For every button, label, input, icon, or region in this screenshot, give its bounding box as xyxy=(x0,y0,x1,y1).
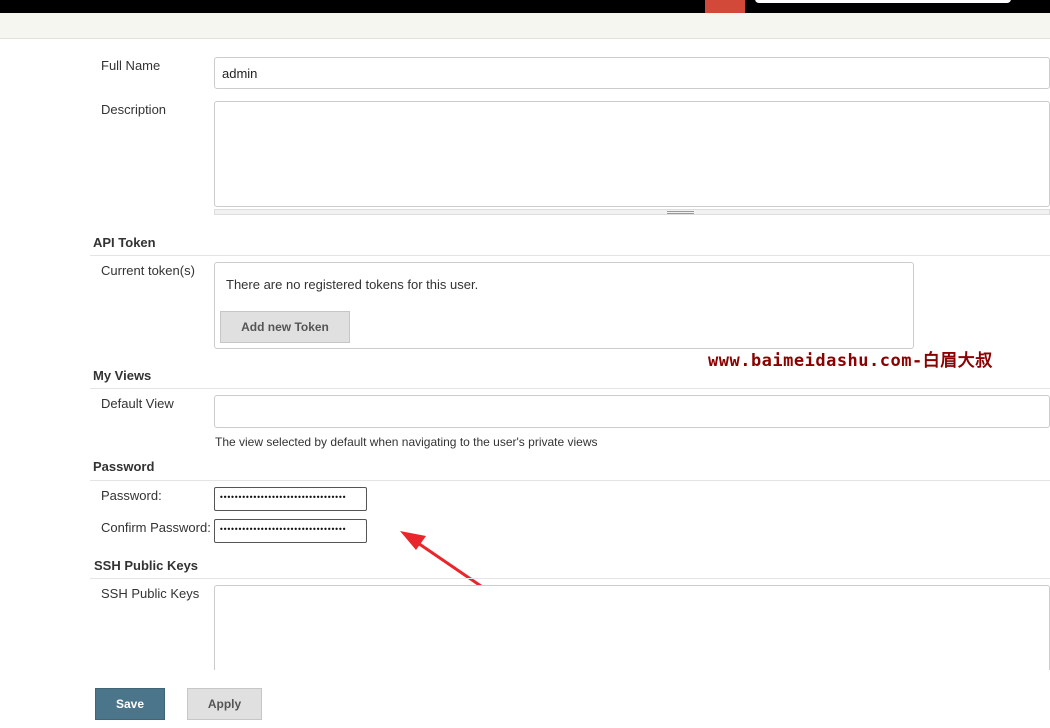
resize-grip-icon xyxy=(667,211,694,212)
add-new-token-button[interactable]: Add new Token xyxy=(220,311,350,343)
no-tokens-message: There are no registered tokens for this … xyxy=(226,277,479,292)
section-divider xyxy=(90,255,1050,256)
header-search-box[interactable] xyxy=(755,0,1011,3)
save-button[interactable]: Save xyxy=(95,688,165,720)
token-panel: There are no registered tokens for this … xyxy=(214,262,914,349)
description-textarea[interactable] xyxy=(214,101,1050,207)
confirm-password-input[interactable]: •••••••••••••••••••••••••••••••••• xyxy=(214,519,367,543)
description-label: Description xyxy=(101,102,167,117)
full-name-input[interactable]: admin xyxy=(214,57,1050,89)
section-divider xyxy=(90,578,1050,579)
resize-grip-line xyxy=(667,213,694,214)
password-section-title: Password xyxy=(93,459,155,474)
password-label: Password: xyxy=(101,488,162,503)
ssh-keys-label: SSH Public Keys xyxy=(101,586,200,601)
apply-button[interactable]: Apply xyxy=(187,688,262,720)
default-view-label: Default View xyxy=(101,396,174,411)
confirm-password-label: Confirm Password: xyxy=(101,520,211,535)
api-token-section-title: API Token xyxy=(93,235,156,250)
section-divider xyxy=(90,480,1050,481)
section-divider xyxy=(90,388,1050,389)
textarea-resize-handle[interactable] xyxy=(214,209,1050,215)
default-view-input[interactable] xyxy=(214,395,1050,428)
ssh-section-title: SSH Public Keys xyxy=(94,558,199,573)
breadcrumb-bar xyxy=(0,13,1050,39)
top-header-bar xyxy=(0,0,1050,13)
header-accent-block xyxy=(705,0,745,13)
my-views-section-title: My Views xyxy=(93,368,152,383)
password-input[interactable]: •••••••••••••••••••••••••••••••••• xyxy=(214,487,367,511)
default-view-help-text: The view selected by default when naviga… xyxy=(215,435,598,449)
watermark-text: www.baimeidashu.com-白眉大叔 xyxy=(708,351,993,371)
current-tokens-label: Current token(s) xyxy=(101,263,195,278)
full-name-label: Full Name xyxy=(101,58,161,73)
ssh-keys-textarea[interactable] xyxy=(214,585,1050,670)
